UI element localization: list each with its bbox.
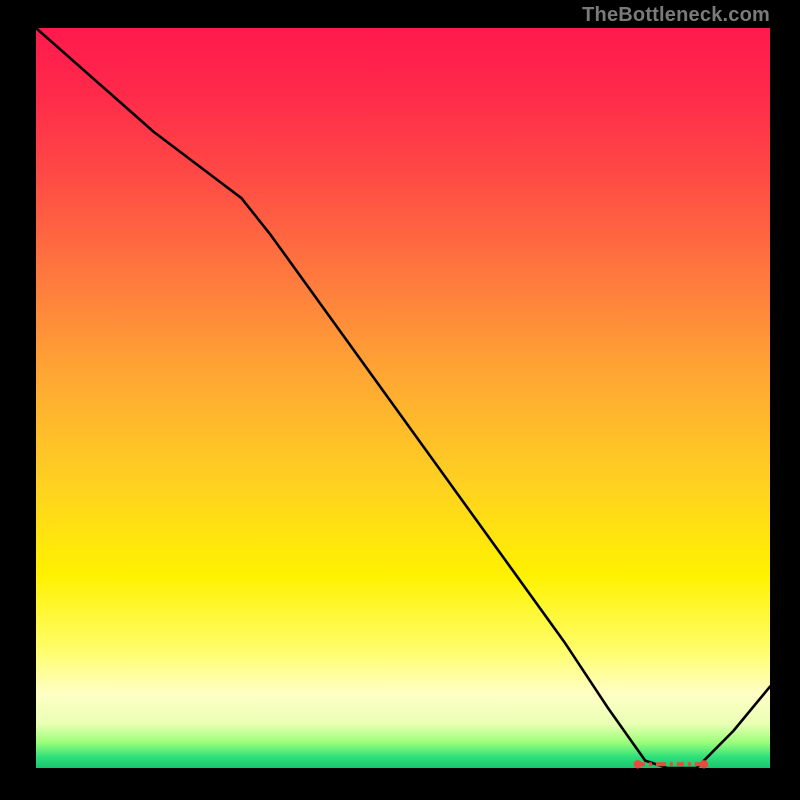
attribution-text: TheBottleneck.com [582,4,770,27]
optimal-range-end-dot [700,760,708,768]
bottleneck-curve [36,28,770,768]
optimal-range-start-dot [634,760,642,768]
chart-container: TheBottleneck.com [0,0,800,800]
chart-overlay [36,28,770,768]
